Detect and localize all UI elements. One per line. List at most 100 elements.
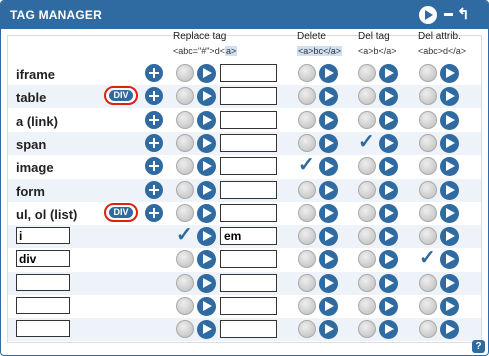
deltag-go-icon[interactable] (379, 297, 398, 316)
delattr-radio[interactable] (419, 110, 437, 129)
replace-go-icon[interactable] (197, 87, 216, 107)
replace-go-icon[interactable] (197, 227, 216, 247)
custom-tag-input[interactable]: div (16, 250, 70, 268)
replace-radio[interactable] (176, 203, 194, 222)
replace-value-input[interactable] (220, 110, 277, 129)
delete-go-icon[interactable] (319, 64, 338, 83)
delete-checkmark-icon[interactable]: ✓ (298, 154, 316, 176)
replace-go-icon[interactable] (197, 133, 216, 153)
delete-go-icon[interactable] (319, 180, 338, 200)
delattr-go-icon[interactable] (440, 203, 459, 223)
delattr-radio[interactable] (419, 227, 437, 246)
add-icon[interactable] (145, 157, 163, 176)
deltag-radio[interactable] (358, 320, 376, 339)
delattr-checkmark-icon[interactable]: ✓ (419, 247, 437, 269)
deltag-go-icon[interactable] (379, 250, 398, 270)
delattr-radio[interactable] (419, 297, 437, 315)
delete-go-icon[interactable] (319, 203, 338, 223)
delattr-radio[interactable] (419, 273, 437, 292)
delete-go-icon[interactable] (319, 297, 338, 316)
deltag-radio[interactable] (358, 64, 376, 82)
delattr-go-icon[interactable] (440, 87, 459, 107)
replace-go-icon[interactable] (197, 180, 216, 200)
replace-radio[interactable] (176, 133, 194, 152)
custom-tag-input[interactable] (16, 320, 70, 338)
replace-value-input[interactable] (220, 157, 277, 176)
deltag-go-icon[interactable] (379, 180, 398, 200)
replace-value-input[interactable] (220, 87, 277, 106)
delattr-go-icon[interactable] (440, 250, 459, 270)
deltag-go-icon[interactable] (379, 273, 398, 293)
delete-radio[interactable] (298, 180, 316, 199)
delattr-radio[interactable] (419, 64, 437, 82)
replace-radio[interactable] (176, 250, 194, 269)
delete-go-icon[interactable] (319, 110, 338, 130)
delattr-go-icon[interactable] (440, 320, 459, 340)
replace-radio[interactable] (176, 64, 194, 82)
delete-radio[interactable] (298, 273, 316, 292)
replace-radio[interactable] (176, 273, 194, 292)
delattr-go-icon[interactable] (440, 64, 459, 83)
deltag-radio[interactable] (358, 157, 376, 176)
delete-go-icon[interactable] (319, 133, 338, 153)
replace-radio[interactable] (176, 110, 194, 129)
delete-go-icon[interactable] (319, 87, 338, 107)
deltag-radio[interactable] (358, 227, 376, 246)
replace-value-input[interactable] (220, 320, 277, 339)
replace-go-icon[interactable] (197, 273, 216, 293)
add-icon[interactable] (145, 87, 163, 106)
replace-go-icon[interactable] (197, 64, 216, 83)
delattr-go-icon[interactable] (440, 273, 459, 293)
deltag-radio[interactable] (358, 87, 376, 106)
deltag-go-icon[interactable] (379, 203, 398, 223)
replace-go-icon[interactable] (197, 203, 216, 223)
custom-tag-input[interactable] (16, 297, 70, 314)
replace-value-input[interactable] (220, 250, 277, 269)
replace-radio[interactable] (176, 320, 194, 339)
replace-value-input[interactable] (220, 297, 277, 315)
replace-radio[interactable] (176, 157, 194, 176)
delattr-radio[interactable] (419, 157, 437, 176)
deltag-go-icon[interactable] (379, 320, 398, 340)
custom-tag-input[interactable]: i (16, 227, 70, 245)
delete-go-icon[interactable] (319, 273, 338, 293)
replace-radio[interactable] (176, 180, 194, 199)
delattr-go-icon[interactable] (440, 297, 459, 316)
delattr-radio[interactable] (419, 133, 437, 152)
replace-value-input[interactable] (220, 64, 277, 82)
replace-value-input[interactable] (220, 180, 277, 199)
deltag-go-icon[interactable] (379, 157, 398, 177)
replace-go-icon[interactable] (197, 110, 216, 130)
deltag-go-icon[interactable] (379, 133, 398, 153)
delattr-radio[interactable] (419, 180, 437, 199)
replace-radio[interactable] (176, 87, 194, 106)
deltag-radio[interactable] (358, 250, 376, 269)
replace-go-icon[interactable] (197, 157, 216, 177)
delattr-radio[interactable] (419, 320, 437, 339)
deltag-go-icon[interactable] (379, 87, 398, 107)
delete-radio[interactable] (298, 64, 316, 82)
delattr-radio[interactable] (419, 203, 437, 222)
deltag-radio[interactable] (358, 273, 376, 292)
delattr-go-icon[interactable] (440, 110, 459, 130)
replace-value-input[interactable]: em (220, 227, 277, 246)
apply-all-icon[interactable] (419, 6, 437, 24)
delete-radio[interactable] (298, 227, 316, 246)
delete-radio[interactable] (298, 110, 316, 129)
replace-go-icon[interactable] (197, 320, 216, 340)
replace-radio[interactable] (176, 297, 194, 315)
back-arrow-icon[interactable]: ↰ (457, 5, 470, 23)
deltag-go-icon[interactable] (379, 64, 398, 83)
replace-go-icon[interactable] (197, 250, 216, 270)
custom-tag-input[interactable] (16, 273, 70, 291)
replace-go-icon[interactable] (197, 297, 216, 316)
deltag-go-icon[interactable] (379, 110, 398, 130)
deltag-go-icon[interactable] (379, 227, 398, 247)
deltag-radio[interactable] (358, 297, 376, 315)
delete-radio[interactable] (298, 297, 316, 315)
delete-go-icon[interactable] (319, 250, 338, 270)
delete-go-icon[interactable] (319, 157, 338, 177)
delete-go-icon[interactable] (319, 320, 338, 340)
div-badge[interactable]: DIV (104, 202, 138, 222)
add-icon[interactable] (145, 64, 163, 82)
